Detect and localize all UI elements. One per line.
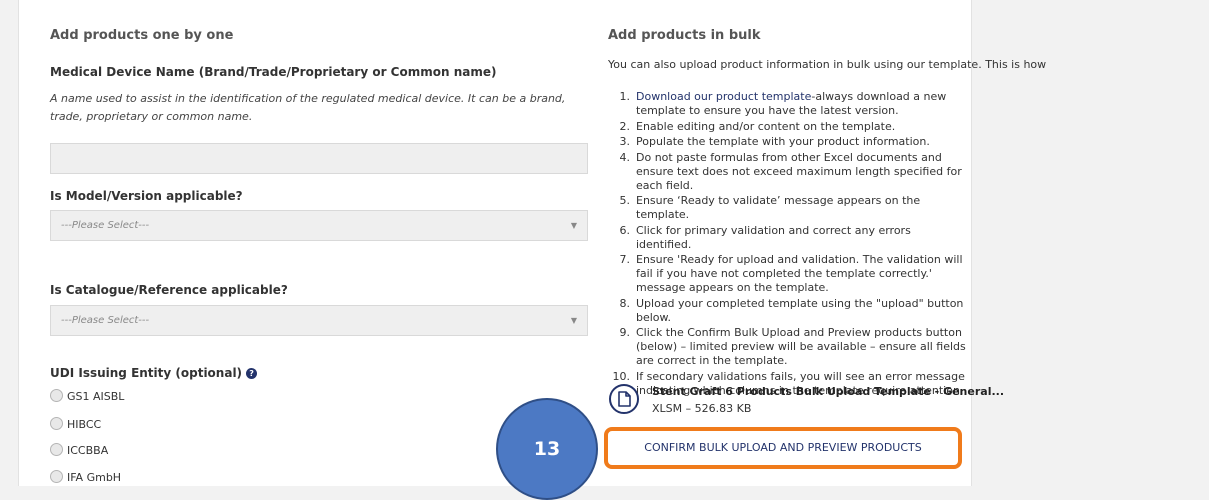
radio-option-iccbba[interactable]: ICCBBA bbox=[50, 439, 108, 459]
step-text: Upload your completed template using the… bbox=[636, 296, 964, 324]
step-number: 7. bbox=[619, 253, 631, 266]
step-text: Ensure ‘Ready to validate’ message appea… bbox=[636, 194, 921, 221]
step-8: 8. Upload your completed template using t… bbox=[612, 297, 968, 325]
template-file-meta: XLSM – 526.83 KB bbox=[652, 402, 752, 415]
step-6: 6. Click for primary validation and corre… bbox=[612, 224, 968, 252]
radio-label: HIBCC bbox=[67, 418, 102, 431]
radio-circle[interactable] bbox=[50, 417, 63, 430]
section-title-one-by-one: Add products one by one bbox=[50, 28, 234, 43]
step-2: 2. Enable editing and/or content on the t… bbox=[612, 120, 968, 134]
model-version-label: Is Model/Version applicable? bbox=[50, 189, 243, 203]
step-number: 4. bbox=[619, 150, 631, 164]
step-1: 1. Download our product template-always d… bbox=[612, 90, 968, 118]
confirm-bulk-upload-button[interactable]: CONFIRM BULK UPLOAD AND PREVIEW PRODUCTS bbox=[604, 427, 962, 469]
radio-circle[interactable] bbox=[50, 389, 63, 402]
step-3: 3. Populate the template with your produc… bbox=[612, 135, 968, 149]
step-number: 2. bbox=[619, 119, 631, 133]
udi-label-text: UDI Issuing Entity (optional) bbox=[50, 366, 243, 380]
radio-label: IFA GmbH bbox=[67, 471, 122, 484]
step-text: Populate the template with your product … bbox=[636, 135, 930, 148]
question-circle-icon[interactable]: ? bbox=[246, 368, 258, 379]
radio-option-hibcc[interactable]: HIBCC bbox=[50, 413, 101, 433]
radio-label: ICCBBA bbox=[67, 444, 109, 457]
step-text: Click the Confirm Bulk Upload and Previe… bbox=[636, 326, 966, 367]
device-name-label: Medical Device Name (Brand/Trade/Proprie… bbox=[50, 65, 497, 79]
radio-label: GS1 AISBL bbox=[67, 390, 125, 403]
radio-option-gs1[interactable]: GS1 AISBL bbox=[50, 385, 124, 405]
device-name-description: A name used to assist in the identificat… bbox=[50, 92, 566, 123]
step-number: 9. bbox=[619, 326, 631, 339]
radio-option-ifa[interactable]: IFA GmbH bbox=[50, 466, 121, 486]
download-template-link[interactable]: Download our product template bbox=[636, 90, 811, 103]
step-4: 4. Do not paste formulas from other Excel… bbox=[612, 151, 968, 193]
file-icon-glyph bbox=[618, 391, 631, 407]
bulk-intro: You can also upload product information … bbox=[608, 58, 1047, 71]
step-9: 9. Click the Confirm Bulk Upload and Prev… bbox=[612, 326, 968, 368]
step-number: 10. bbox=[612, 369, 631, 383]
step-number: 1. bbox=[619, 90, 631, 103]
step-number: 3. bbox=[619, 135, 631, 148]
catalogue-label: Is Catalogue/Reference applicable? bbox=[50, 283, 288, 297]
step-text: Do not paste formulas from other Excel d… bbox=[636, 150, 962, 192]
section-title-bulk: Add products in bulk bbox=[608, 28, 761, 43]
catalogue-selected: ---Please Select--- bbox=[61, 315, 150, 326]
step-number: 5. bbox=[619, 194, 631, 207]
radio-circle[interactable] bbox=[50, 470, 63, 483]
bulk-steps-list: 1. Download our product template-always d… bbox=[612, 90, 968, 399]
step-7: 7. Ensure 'Ready for upload and validatio… bbox=[612, 253, 968, 295]
radio-circle[interactable] bbox=[50, 443, 63, 456]
device-name-input[interactable] bbox=[50, 143, 588, 174]
caret-down-icon: ▼ bbox=[570, 316, 577, 325]
step-text: Click for primary validation and correct… bbox=[636, 223, 911, 251]
step-marker-badge: 13 bbox=[496, 398, 598, 500]
step-5: 5. Ensure ‘Ready to validate’ message app… bbox=[612, 194, 968, 222]
model-version-select[interactable]: ---Please Select--- ▼ bbox=[50, 210, 588, 241]
model-version-selected: ---Please Select--- bbox=[61, 220, 150, 231]
file-icon[interactable] bbox=[609, 384, 639, 414]
step-text: Ensure 'Ready for upload and validation.… bbox=[636, 253, 963, 294]
udi-label: UDI Issuing Entity (optional)? bbox=[50, 366, 258, 380]
step-number: 6. bbox=[619, 223, 631, 237]
template-file-name[interactable]: Stent Graft 6 Products Bulk Upload Templ… bbox=[652, 385, 1004, 398]
catalogue-select[interactable]: ---Please Select--- ▼ bbox=[50, 305, 588, 336]
step-number: 8. bbox=[619, 296, 631, 310]
step-text: Enable editing and/or content on the tem… bbox=[636, 119, 896, 133]
caret-down-icon: ▼ bbox=[570, 221, 577, 230]
